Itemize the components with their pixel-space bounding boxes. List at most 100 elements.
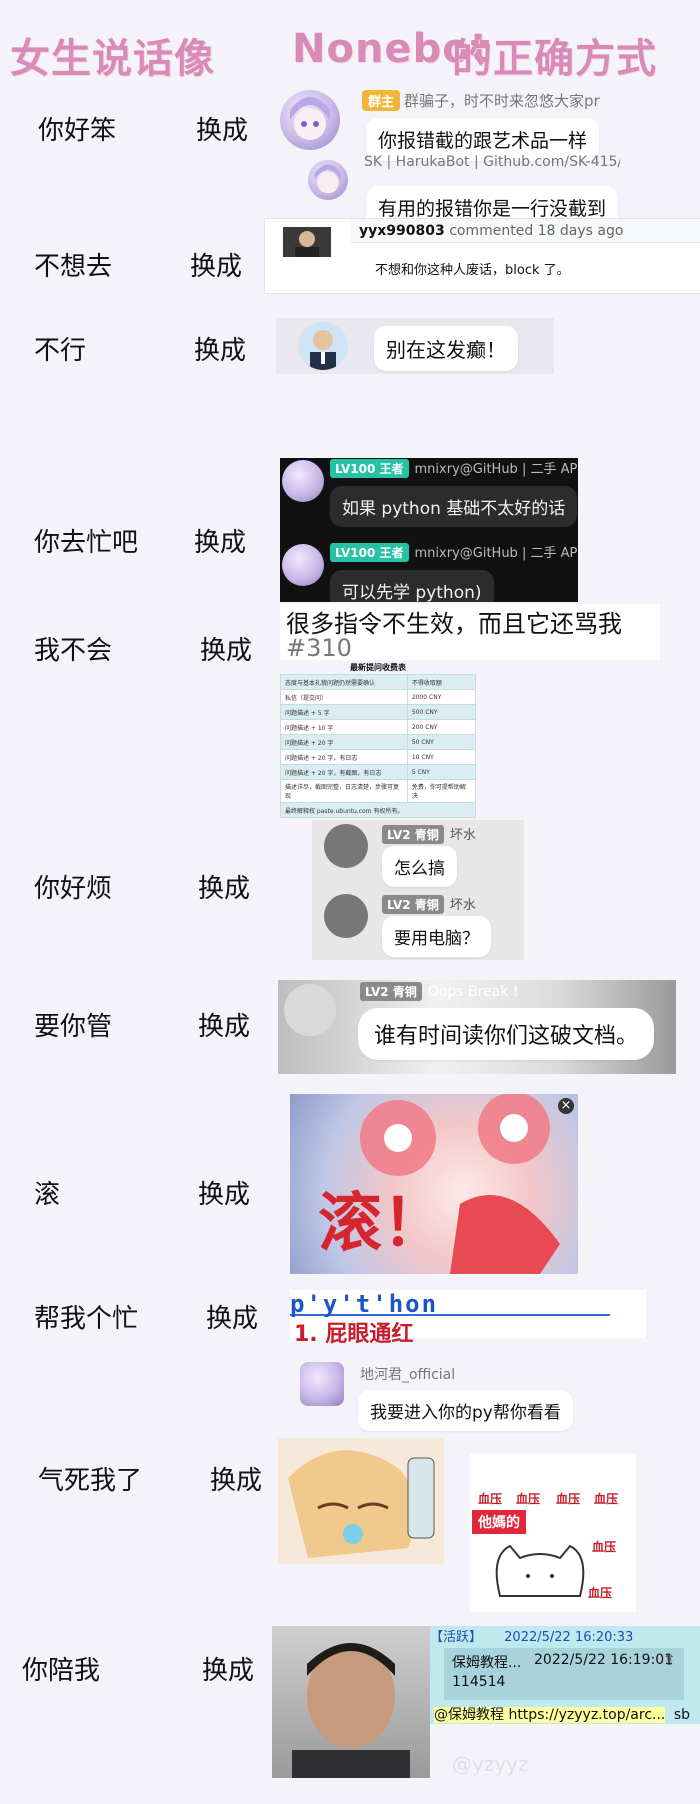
sender-name: 坏水 <box>449 898 476 913</box>
chat-bubble: 要用电脑？ <box>382 916 491 957</box>
meme-image: 滚！ × <box>290 1094 578 1274</box>
level-badge: LV100 王者 <box>330 543 409 562</box>
anime-avatar <box>284 984 336 1036</box>
swap-label: 换成 <box>198 1012 251 1042</box>
chat-bubble: 我要进入你的py帮你看看 <box>358 1390 573 1431</box>
row-label: 不想去 <box>34 252 113 282</box>
row-label: 要你管 <box>34 1012 113 1042</box>
level-badge: LV2 青铜 <box>382 895 444 914</box>
swap-label: 换成 <box>194 528 247 558</box>
stamp-word: 血压 <box>556 1492 581 1506</box>
table-row: 问题描述 + 10 字 200 CNY <box>280 719 477 735</box>
anime-avatar <box>282 460 324 502</box>
row-label: 你陪我 <box>22 1656 101 1686</box>
chat-bubble: 谁有时间读你们这破文档。 <box>358 1008 655 1060</box>
sender-name: SK | HarukaBot | Github.com/SK-415/ <box>364 154 620 170</box>
swap-label: 换成 <box>194 336 247 366</box>
sticker-image <box>278 1438 444 1564</box>
comment-meta: commented 18 days ago <box>449 223 624 239</box>
level-badge: LV2 青铜 <box>360 982 422 1001</box>
table-row: 描述详尽，截图完整，日志清楚，步骤可复现 免费，你可提帮助解决 <box>280 779 477 803</box>
sender-line: LV100 王者 mnixry@GitHub | 二手 API <box>330 542 578 562</box>
swap-label: 换成 <box>202 1656 255 1686</box>
table-row: 私信（提交问） 2000 CNY <box>280 689 477 705</box>
anime-avatar <box>308 160 348 200</box>
sender-line: LV2 青铜 Oops Break ! <box>360 982 518 1001</box>
row-label: 不行 <box>34 336 87 366</box>
sticker-drawing <box>288 1450 435 1558</box>
comment-header: yyx990803 commented 18 days ago <box>351 219 700 243</box>
ime-input[interactable]: p'y't'hon <box>290 1290 610 1318</box>
chat-bubble: 怎么搞 <box>382 846 457 887</box>
swap-label: 换成 <box>198 874 251 904</box>
level-badge: LV100 王者 <box>330 459 409 478</box>
chat-bubble: 别在这发癫！ <box>374 326 518 371</box>
row-label: 你好笨 <box>38 116 117 146</box>
quoted-time: 2022/5/22 16:19:01 <box>534 1652 674 1668</box>
sender-line: 群主 群骗子，时不时来忽悠大家pr <box>362 90 600 111</box>
anime-avatar <box>300 1362 344 1406</box>
message-time: 2022/5/22 16:20:33 <box>504 1630 634 1645</box>
sender-name: 群骗子，时不时来忽悠大家pr <box>404 92 600 110</box>
cat-drawing <box>495 1544 585 1597</box>
github-comment-card: yyx990803 commented 18 days ago 不想和你这种人废… <box>264 218 700 294</box>
table-row: 问题描述 + 20 字，有截图，有日志 5 CNY <box>280 764 477 780</box>
sender-line: LV2 青铜 坏水 <box>382 824 476 844</box>
sender-name: mnixry@GitHub | 二手 API <box>414 546 578 561</box>
link-text[interactable]: @保姆教程 https://yzyyz.top/arc... <box>434 1707 666 1723</box>
issue-number[interactable]: #310 <box>286 634 352 662</box>
swap-label: 换成 <box>200 636 253 666</box>
page-title-right: 的正确方式 <box>452 36 657 82</box>
table-row: 最终解释权 paste.ubuntu.com 有权所有。 <box>280 802 476 818</box>
row-label: 气死我了 <box>38 1466 143 1496</box>
sender-name: 坏水 <box>449 828 476 843</box>
anime-avatar <box>280 90 340 150</box>
avatar <box>324 824 368 868</box>
grey-chat-screenshot: LV2 青铜 坏水 怎么搞 LV2 青铜 坏水 要用电脑？ <box>312 820 524 960</box>
sender-name: 地河君_official <box>360 1367 456 1383</box>
anime-avatar <box>282 544 324 586</box>
swap-label: 换成 <box>196 116 249 146</box>
person-avatar <box>298 322 348 370</box>
table-row: 问题描述 + 20 字，有日志 10 CNY <box>280 749 477 765</box>
avatar <box>324 894 368 938</box>
quoted-message: 保姆教程... 2022/5/22 16:19:01 114514 ⇪ <box>444 1648 684 1700</box>
owner-badge: 群主 <box>362 90 401 111</box>
stamp-image: 血压 血压 血压 血压 血压 血压 他媽的 <box>470 1454 636 1612</box>
link-line[interactable]: @保姆教程 https://yzyyz.top/arc... sb <box>434 1704 690 1724</box>
stamp-label: 他媽的 <box>472 1510 526 1534</box>
stamp-word: 血压 <box>516 1492 541 1506</box>
close-icon[interactable]: × <box>558 1098 574 1114</box>
active-tag: 【活跃】 <box>430 1630 483 1645</box>
person-drawing <box>292 1643 410 1778</box>
row-label: 你好烦 <box>34 874 113 904</box>
upload-icon[interactable]: ⇪ <box>663 1650 676 1669</box>
stamp-word: 血压 <box>588 1586 613 1600</box>
stamp-word: 血压 <box>594 1492 619 1506</box>
swap-label: 换成 <box>206 1304 259 1334</box>
ime-suggestion[interactable]: 1. 屁眼通红 <box>294 1316 413 1348</box>
watermark: @yzyyz <box>452 1752 529 1776</box>
fee-table-title: 最新提问收费表 <box>350 663 406 672</box>
dark-chat-screenshot: LV100 王者 mnixry@GitHub | 二手 API 如果 python… <box>280 458 578 602</box>
row-label: 滚 <box>34 1180 61 1210</box>
issue-card: 很多指令不生效，而且它还骂我 #310 <box>280 604 660 662</box>
level-badge: LV2 青铜 <box>382 825 444 844</box>
stamp-word: 血压 <box>478 1492 503 1506</box>
comment-user[interactable]: yyx990803 <box>359 223 445 239</box>
ime-screenshot: p'y't'hon 1. 屁眼通红 <box>290 1290 646 1347</box>
row-label: 你去忙吧 <box>34 528 139 558</box>
swap-label: 换成 <box>210 1466 263 1496</box>
sender-line: LV2 青铜 坏水 <box>382 894 476 914</box>
chat-bubble: 如果 python 基础不太好的话 <box>330 486 578 527</box>
quoted-text: 114514 <box>452 1674 506 1690</box>
page-title-left: 女生说话像 <box>10 36 215 82</box>
stamp-word: 血压 <box>592 1540 617 1554</box>
meme-caption: 滚！ <box>318 1187 446 1261</box>
table-row: 态度与基本礼貌问题仍然需要确认 不得收取额 <box>280 674 477 690</box>
table-row: 问题描述 + 20 字 50 CNY <box>280 734 477 750</box>
qq-chat-screenshot: 【活跃】 2022/5/22 16:20:33 保姆教程... 2022/5/2… <box>430 1626 700 1724</box>
row-label: 帮我个忙 <box>34 1304 139 1334</box>
message-tail: sb <box>673 1707 691 1723</box>
chat-bubble: 可以先学 python) <box>330 570 494 602</box>
